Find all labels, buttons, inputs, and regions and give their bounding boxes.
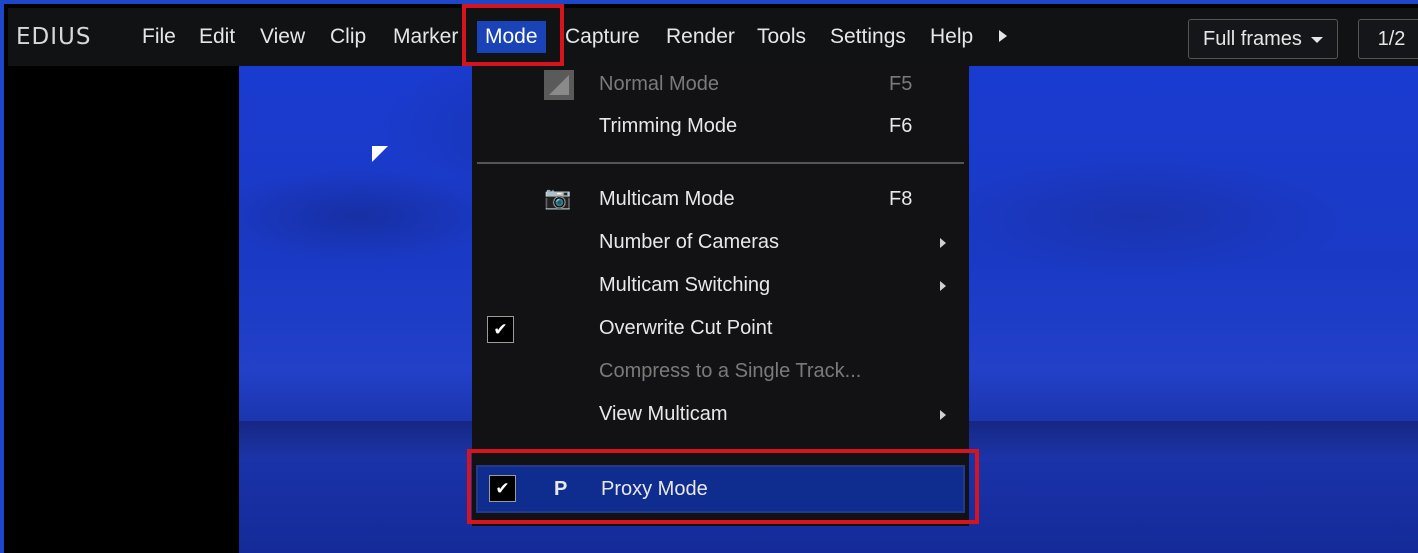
menu-settings[interactable]: Settings <box>830 25 906 49</box>
menu-item-compress-to-single-track[interactable]: Compress to a Single Track... <box>472 353 969 393</box>
menu-clip[interactable]: Clip <box>330 25 366 49</box>
checkbox-checked[interactable]: ✔ <box>487 316 514 343</box>
shortcut-label: F5 <box>889 73 913 95</box>
app-logo: EDIUS <box>16 24 92 50</box>
menu-overflow-arrow-icon[interactable] <box>999 30 1007 42</box>
normal-mode-icon <box>544 70 574 100</box>
menu-render[interactable]: Render <box>666 25 735 49</box>
menu-item-normal-mode[interactable]: Normal Mode F5 <box>472 66 969 106</box>
check-icon: ✔ <box>493 319 508 339</box>
menu-separator <box>477 162 964 164</box>
menu-file[interactable]: File <box>142 25 176 49</box>
menu-marker[interactable]: Marker <box>393 25 458 49</box>
multicam-icon: 📷 <box>544 185 572 210</box>
frames-dropdown-label: Full frames <box>1203 27 1302 50</box>
menu-help[interactable]: Help <box>930 25 973 49</box>
page-indicator-label: 1/2 <box>1377 27 1406 50</box>
menu-item-trimming-mode[interactable]: Trimming Mode F6 <box>472 108 969 148</box>
menu-item-label: Multicam Mode <box>599 188 735 210</box>
mouse-cursor-icon <box>372 146 388 162</box>
menu-item-view-multicam[interactable]: View Multicam <box>472 396 969 436</box>
menu-item-label: Trimming Mode <box>599 115 738 137</box>
menu-item-overwrite-cut-point[interactable]: ✔ Overwrite Cut Point <box>472 310 969 350</box>
page-indicator[interactable]: 1/2 <box>1358 19 1418 59</box>
menu-bar: EDIUS File Edit View Clip Marker Mode Ca… <box>8 8 1418 66</box>
shortcut-label: F8 <box>889 188 913 210</box>
submenu-arrow-icon <box>940 281 946 291</box>
menu-item-label: Overwrite Cut Point <box>599 317 773 339</box>
menu-item-label: Number of Cameras <box>599 231 780 253</box>
menu-capture[interactable]: Capture <box>565 25 640 49</box>
menu-view[interactable]: View <box>260 25 305 49</box>
menu-tools[interactable]: Tools <box>757 25 806 49</box>
menu-item-multicam-mode[interactable]: 📷 Multicam Mode F8 <box>472 181 969 221</box>
menu-item-multicam-switching[interactable]: Multicam Switching <box>472 267 969 307</box>
proxy-mode-callout-frame <box>467 449 979 524</box>
menu-item-label: Normal Mode <box>599 73 720 95</box>
frames-dropdown[interactable]: Full frames <box>1188 19 1338 59</box>
menu-edit[interactable]: Edit <box>199 25 235 49</box>
submenu-arrow-icon <box>940 238 946 248</box>
menu-item-label: View Multicam <box>599 403 728 425</box>
menu-item-label: Multicam Switching <box>599 274 771 296</box>
chevron-down-icon <box>1311 37 1323 43</box>
shortcut-label: F6 <box>889 115 913 137</box>
menu-item-number-of-cameras[interactable]: Number of Cameras <box>472 224 969 264</box>
submenu-arrow-icon <box>940 410 946 420</box>
app-window: EDIUS File Edit View Clip Marker Mode Ca… <box>0 0 1418 553</box>
menu-item-label: Compress to a Single Track... <box>599 360 862 382</box>
